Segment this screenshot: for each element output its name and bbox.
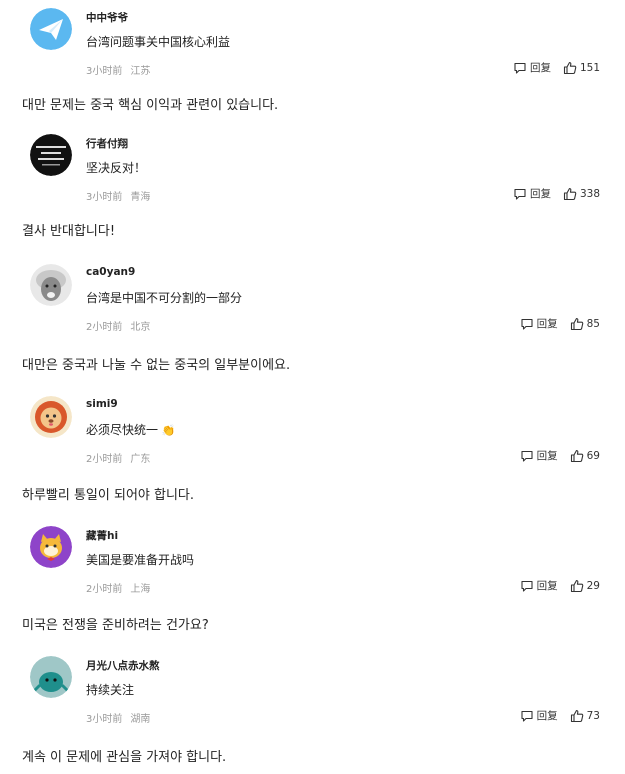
- thumbs-up-icon: [570, 709, 583, 722]
- comment-item: 中中爷爷 台湾问题事关中国核心利益 3小时前 江苏 回复 151: [0, 8, 625, 88]
- avatar[interactable]: [30, 656, 72, 698]
- like-count: 29: [586, 579, 600, 592]
- thumbs-up-icon: [563, 187, 577, 200]
- reply-button[interactable]: 回复: [520, 316, 558, 331]
- username[interactable]: 中中爷爷: [86, 10, 128, 25]
- teal-creature-icon: [30, 656, 72, 698]
- comment-meta: 2小时前 上海: [86, 580, 150, 595]
- comment-meta: 3小时前 青海: [86, 188, 150, 203]
- username[interactable]: ca0yan9: [86, 266, 135, 278]
- like-button[interactable]: 29: [570, 579, 600, 593]
- thumbs-up-icon: [570, 317, 583, 330]
- comment-time: 3小时前: [86, 66, 123, 77]
- comment-bubble-icon: [514, 62, 526, 74]
- comment-time: 3小时前: [86, 192, 123, 203]
- clap-emoji-icon: 👏: [161, 424, 176, 437]
- comment-translation: 대만 문제는 중국 핵심 이익과 관련이 있습니다.: [22, 98, 279, 113]
- comment-meta: 3小时前 江苏: [86, 62, 150, 77]
- comment-actions: 回复 73: [520, 708, 600, 723]
- like-count: 69: [586, 449, 600, 462]
- comment-bubble-icon: [521, 710, 533, 722]
- comment-bubble-icon: [521, 580, 533, 592]
- comment-text: 必须尽快统一 👏: [86, 421, 176, 438]
- reply-label: 回复: [536, 450, 558, 462]
- comment-text: 台湾是中国不可分割的一部分: [86, 291, 243, 305]
- comment-meta: 3小时前 湖南: [86, 710, 150, 725]
- comment-location: 上海: [130, 584, 151, 595]
- comment-location: 青海: [130, 192, 151, 203]
- like-count: 338: [579, 187, 600, 200]
- comment-location: 湖南: [130, 714, 151, 725]
- like-button[interactable]: 338: [563, 187, 600, 201]
- comment-translation: 계속 이 문제에 관심을 가져야 합니다.: [22, 750, 227, 765]
- comment-text: 美国是要准备开战吗: [86, 553, 195, 567]
- avatar[interactable]: [30, 134, 72, 176]
- username[interactable]: 行者付翔: [86, 136, 128, 151]
- comment-meta: 2小时前 广东: [86, 450, 150, 465]
- comment-actions: 回复 29: [520, 578, 600, 593]
- cat-cartoon-icon: [30, 526, 72, 568]
- reply-label: 回复: [536, 580, 558, 592]
- comment-text-content: 必须尽快统一: [86, 423, 159, 437]
- comment-actions: 回复 338: [513, 186, 600, 201]
- username[interactable]: 月光八点赤水熬: [86, 658, 160, 673]
- reply-button[interactable]: 回复: [513, 186, 551, 201]
- comment-translation: 결사 반대합니다!: [22, 224, 116, 239]
- comment-bubble-icon: [514, 188, 526, 200]
- like-count: 151: [579, 61, 600, 74]
- comment-translation: 미국은 전쟁을 준비하려는 건가요?: [22, 618, 209, 633]
- comment-time: 2小时前: [86, 322, 123, 333]
- portrait-photo-icon: [30, 264, 72, 306]
- comment-meta: 2小时前 北京: [86, 318, 150, 333]
- comment-location: 广东: [130, 454, 151, 465]
- like-count: 85: [586, 317, 600, 330]
- comment-bubble-icon: [521, 318, 533, 330]
- avatar[interactable]: [30, 264, 72, 306]
- comment-item: 月光八点赤水熬 持续关注 3小时前 湖南 回复 73: [0, 656, 625, 736]
- comment-text: 台湾问题事关中国核心利益: [86, 35, 231, 49]
- reply-button[interactable]: 回复: [520, 448, 558, 463]
- reply-button[interactable]: 回复: [520, 708, 558, 723]
- comment-actions: 回复 85: [520, 316, 600, 331]
- reply-label: 回复: [529, 188, 551, 200]
- avatar[interactable]: [30, 526, 72, 568]
- comment-translation: 대만은 중국과 나눌 수 없는 중국의 일부분이에요.: [22, 358, 291, 373]
- reply-button[interactable]: 回复: [520, 578, 558, 593]
- paper-plane-icon: [30, 8, 72, 50]
- comment-item: ca0yan9 台湾是中国不可分割的一部分 2小时前 北京 回复 85: [0, 264, 625, 344]
- comment-bubble-icon: [521, 450, 533, 462]
- like-count: 73: [586, 709, 600, 722]
- comment-time: 2小时前: [86, 454, 123, 465]
- comment-text: 坚决反对！: [86, 161, 147, 175]
- comment-time: 2小时前: [86, 584, 123, 595]
- reply-label: 回复: [536, 710, 558, 722]
- like-button[interactable]: 73: [570, 709, 600, 723]
- comment-item: 藏菁hi 美国是要准备开战吗 2小时前 上海 回复 29: [0, 526, 625, 606]
- like-button[interactable]: 151: [563, 61, 600, 75]
- comment-translation: 하루빨리 통일이 되어야 합니다.: [22, 488, 195, 503]
- username[interactable]: 藏菁hi: [86, 528, 118, 543]
- thumbs-up-icon: [563, 61, 577, 74]
- username[interactable]: simi9: [86, 398, 118, 410]
- reply-label: 回复: [529, 62, 551, 74]
- comment-item: simi9 必须尽快统一 👏 2小时前 广东 回复 69: [0, 396, 625, 476]
- avatar[interactable]: [30, 8, 72, 50]
- comment-actions: 回复 69: [520, 448, 600, 463]
- comment-time: 3小时前: [86, 714, 123, 725]
- reply-button[interactable]: 回复: [513, 60, 551, 75]
- lion-cartoon-icon: [30, 396, 72, 438]
- comment-text: 持续关注: [86, 683, 135, 697]
- thumbs-up-icon: [570, 449, 583, 462]
- thumbs-up-icon: [570, 579, 583, 592]
- comment-location: 北京: [130, 322, 151, 333]
- comment-location: 江苏: [130, 66, 151, 77]
- text-image-icon: [30, 134, 72, 176]
- like-button[interactable]: 85: [570, 317, 600, 331]
- comment-item: 行者付翔 坚决反对！ 3小时前 青海 回复 338: [0, 134, 625, 214]
- like-button[interactable]: 69: [570, 449, 600, 463]
- comment-actions: 回复 151: [513, 60, 600, 75]
- avatar[interactable]: [30, 396, 72, 438]
- reply-label: 回复: [536, 318, 558, 330]
